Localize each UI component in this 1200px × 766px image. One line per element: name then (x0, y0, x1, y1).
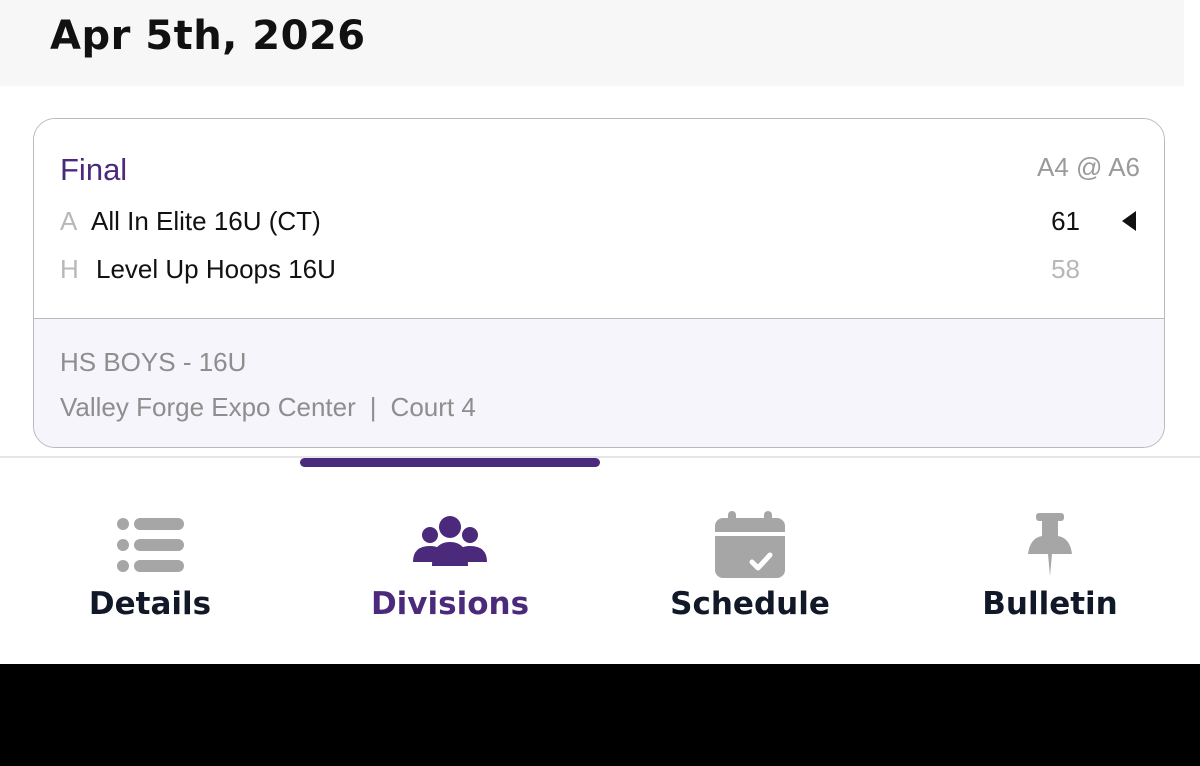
users-icon (410, 510, 490, 580)
game-card-info-section: HS BOYS - 16U Valley Forge Expo Center | C… (34, 319, 1164, 447)
date-heading: Apr 5th, 2026 (50, 13, 366, 59)
tab-divisions[interactable]: Divisions (300, 468, 600, 664)
home-team-row: H Level Up Hoops 16U 58 (34, 251, 1164, 287)
away-team-name[interactable]: All In Elite 16U (CT) (91, 206, 321, 237)
tab-divisions-label: Divisions (370, 586, 530, 622)
calendar-check-icon (710, 510, 790, 580)
venue-separator: | (369, 392, 377, 422)
division-label: HS BOYS - 16U (60, 347, 247, 377)
home-team-name[interactable]: Level Up Hoops 16U (96, 254, 336, 285)
home-team-score: 58 (1051, 254, 1080, 284)
away-side-label: A (60, 206, 78, 236)
game-card-score-section: Final A4 @ A6 A All In Elite 16U (CT) 61… (34, 119, 1164, 319)
venue-name: Valley Forge Expo Center (60, 392, 356, 422)
list-icon (110, 510, 190, 580)
away-team-score: 61 (1051, 206, 1080, 236)
game-status: Final (60, 152, 128, 187)
tab-schedule-label: Schedule (670, 586, 830, 622)
active-tab-indicator (300, 458, 600, 467)
tab-details[interactable]: Details (0, 468, 300, 664)
date-header: Apr 5th, 2026 (0, 0, 1184, 86)
tab-bulletin[interactable]: Bulletin (900, 468, 1200, 664)
tab-bar-divider (0, 456, 1200, 458)
pushpin-icon (1010, 510, 1090, 580)
home-side-label: H (60, 254, 79, 284)
venue-line: Valley Forge Expo Center | Court 4 (60, 392, 476, 423)
game-card[interactable]: Final A4 @ A6 A All In Elite 16U (CT) 61… (33, 118, 1165, 448)
court-name: Court 4 (390, 392, 476, 422)
screen-bottom-black-bar (0, 664, 1200, 766)
matchup-code: A4 @ A6 (1036, 152, 1140, 182)
tab-schedule[interactable]: Schedule (600, 468, 900, 664)
tab-bulletin-label: Bulletin (982, 586, 1118, 622)
away-team-row: A All In Elite 16U (CT) 61 (34, 203, 1164, 239)
winner-arrow-icon (1122, 211, 1136, 231)
tab-details-label: Details (88, 586, 212, 622)
bottom-tab-bar: Details Divisions Schedule Bulletin (0, 468, 1200, 664)
